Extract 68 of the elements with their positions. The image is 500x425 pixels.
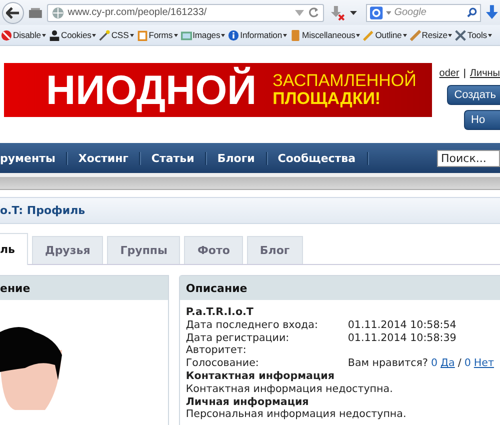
banner-headline: НИОДНОЙ bbox=[46, 66, 257, 114]
search-bar[interactable]: Google bbox=[366, 4, 482, 22]
toolbar-menu-button[interactable]: Resize bbox=[410, 30, 452, 40]
nav-link[interactable]: Хостинг bbox=[67, 152, 140, 164]
caret-icon[interactable] bbox=[350, 10, 358, 14]
address-field[interactable]: www.cy-pr.com/people/161233/ bbox=[46, 4, 324, 22]
profile-tab[interactable]: Блог bbox=[246, 236, 303, 264]
nav-link[interactable]: рументы bbox=[0, 152, 68, 164]
search-field[interactable]: Google bbox=[394, 7, 464, 18]
download-arrow-icon[interactable] bbox=[486, 5, 498, 20]
field-label: Авторитет: bbox=[186, 344, 248, 358]
panel-title: ение bbox=[0, 282, 30, 294]
nav-link[interactable]: Блоги bbox=[206, 152, 267, 164]
banner-text: ПЛОЩАДКИ! bbox=[272, 90, 382, 108]
vote-question: Вам нравится? bbox=[348, 357, 428, 370]
section-heading: Личная информация bbox=[186, 396, 310, 408]
section-heading: Контактная информация bbox=[186, 370, 336, 383]
section-text: Контактная информация недоступна. bbox=[186, 382, 394, 396]
toolbar-menu-button[interactable]: Outline bbox=[363, 30, 407, 40]
vote-count: 0 bbox=[430, 357, 438, 370]
toolbar-menu-button[interactable]: Images bbox=[180, 30, 226, 40]
back-button[interactable] bbox=[2, 2, 24, 24]
field-label: Дата регистрации: bbox=[186, 332, 290, 344]
toolbar-menu-button[interactable]: Miscellaneous bbox=[290, 30, 360, 40]
pencil-icon bbox=[363, 30, 374, 40]
info-icon bbox=[228, 30, 240, 40]
profile-tab[interactable]: Друзья bbox=[32, 236, 104, 264]
toolbar-menu-button[interactable]: CSS bbox=[99, 30, 134, 40]
field-label: Дата последнего входа: bbox=[186, 318, 319, 332]
search-icon[interactable] bbox=[467, 7, 478, 18]
page-title: o.T: Профиль bbox=[0, 204, 86, 217]
person-icon bbox=[48, 30, 60, 40]
nav-link[interactable]: Статьи bbox=[140, 152, 206, 164]
toolbar-menu-button[interactable]: Tools bbox=[455, 30, 492, 40]
field-value: 01.11.2014 10:58:54 bbox=[348, 318, 456, 332]
header-link[interactable]: oder bbox=[439, 68, 460, 79]
dropdown-icon[interactable] bbox=[295, 10, 304, 16]
toolbar-menu-button[interactable]: Information bbox=[228, 30, 288, 40]
reload-icon[interactable] bbox=[308, 7, 320, 18]
user-name: P.a.T.R.I.o.T bbox=[186, 306, 254, 319]
field-value: 01.11.2014 10:58:39 bbox=[348, 332, 456, 344]
profile-tab[interactable]: ль bbox=[0, 233, 28, 265]
toolbar-menu-button[interactable]: Cookies bbox=[48, 30, 96, 40]
header-link[interactable]: Личны bbox=[470, 68, 500, 79]
image-icon bbox=[180, 30, 192, 40]
disable-icon bbox=[1, 30, 12, 40]
download-icon[interactable] bbox=[329, 4, 346, 20]
toolbar-menu-button[interactable]: Forms bbox=[136, 30, 178, 40]
header-button[interactable]: Создать bbox=[447, 85, 500, 105]
field-label: Голосование: bbox=[186, 357, 260, 370]
vote-count: 0 bbox=[464, 357, 471, 370]
toolbar-menu-button[interactable]: Disable bbox=[1, 30, 46, 40]
vote-separator: / bbox=[458, 357, 462, 370]
profile-tab[interactable]: Группы bbox=[107, 236, 180, 264]
nav-link[interactable]: Сообщества bbox=[266, 152, 368, 164]
panel-title: Описание bbox=[186, 282, 248, 294]
search-engine-icon bbox=[370, 6, 383, 20]
profile-tab[interactable]: Фото bbox=[184, 236, 243, 264]
banner-text: ЗАСПАМЛЕННОЙ bbox=[272, 72, 416, 90]
caret-icon bbox=[386, 10, 392, 14]
section-text: Персональная информация недоступна. bbox=[186, 408, 408, 422]
vote-link[interactable]: Нет bbox=[474, 357, 494, 370]
back-arrow-icon bbox=[6, 6, 20, 18]
link-separator: | bbox=[463, 68, 466, 79]
header-button[interactable]: Но bbox=[464, 110, 500, 130]
vote-link[interactable]: Да bbox=[440, 357, 455, 370]
wand-icon bbox=[99, 30, 110, 40]
site-search-field[interactable]: Поиск... bbox=[437, 150, 500, 166]
